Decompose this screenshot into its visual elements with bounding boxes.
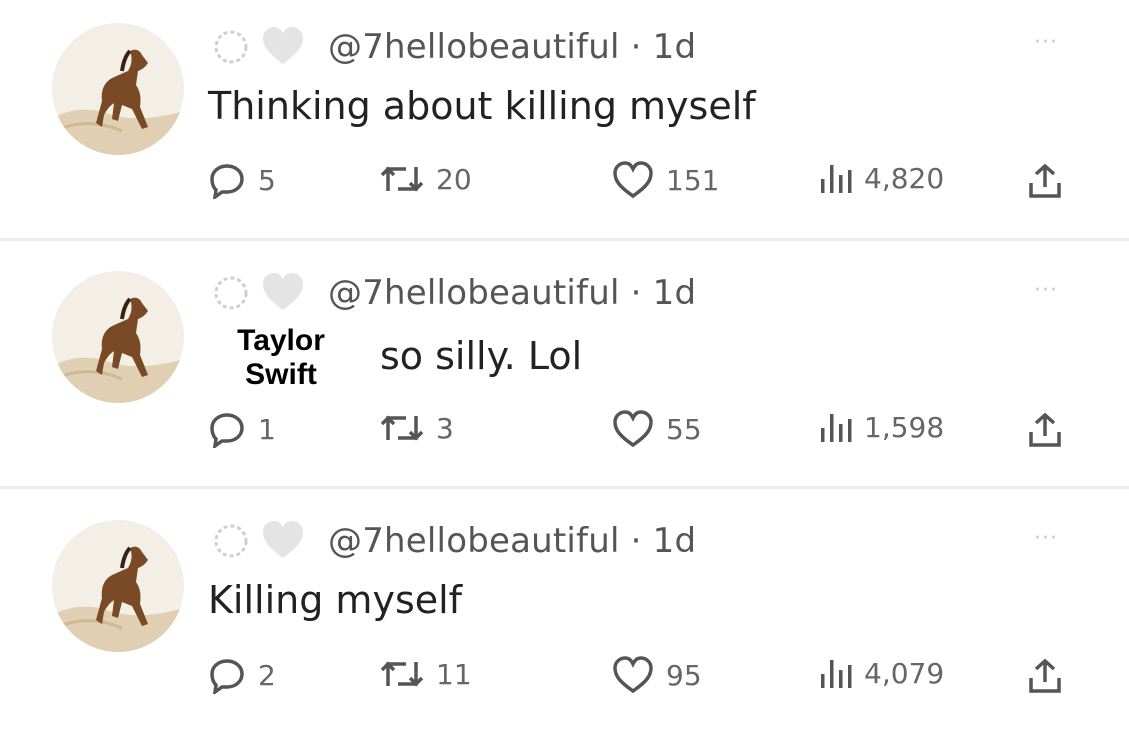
heart-icon [613,161,653,199]
heart-badge-icon [263,273,303,310]
user-handle[interactable]: @7hellobeautiful · 1d [328,273,696,313]
caption-line-2: Swift [245,358,317,391]
like-count: 95 [666,658,702,692]
reply-icon [210,659,244,694]
tweet-divider [0,238,1129,241]
tweet-3: @7hellobeautiful · 1d ··· Killing myself… [0,490,1129,730]
retweet-button[interactable]: 11 [380,656,472,692]
share-icon [1029,163,1061,198]
retweet-count: 20 [436,162,472,196]
cloud-icon [214,276,248,310]
share-icon [1029,658,1061,693]
views-icon [821,414,852,442]
heart-badge-icon [263,521,303,558]
views-button[interactable]: 4,079 [818,656,944,690]
share-button[interactable] [1028,658,1062,694]
reply-count: 2 [258,658,276,692]
share-icon [1029,412,1061,447]
views-button[interactable]: 1,598 [818,410,944,444]
tweet-2: @7hellobeautiful · 1d ··· so silly. Lol … [0,242,1129,482]
like-button[interactable]: 151 [612,161,719,199]
like-button[interactable]: 55 [612,410,702,448]
horse-avatar [52,23,184,155]
more-options-button[interactable]: ··· [1034,526,1058,551]
caption-line-1: Taylor [237,324,325,357]
tweet-header: @7hellobeautiful · 1d [208,516,696,566]
views-count: 1,598 [864,410,945,444]
views-count: 4,079 [864,656,945,690]
user-handle[interactable]: @7hellobeautiful · 1d [328,521,696,561]
reply-button[interactable]: 1 [208,410,276,448]
retweet-icon [380,166,424,192]
cloud-icon [214,30,248,64]
share-button[interactable] [1028,163,1062,199]
retweet-count: 11 [436,657,472,691]
tweet-header: @7hellobeautiful · 1d [208,268,696,318]
tweet-header: @7hellobeautiful · 1d [208,22,696,72]
more-options-button[interactable]: ··· [1034,30,1058,55]
heart-badge-icon [263,27,303,64]
views-icon [821,165,852,193]
reply-icon [210,413,244,448]
like-count: 55 [666,412,702,446]
user-handle[interactable]: @7hellobeautiful · 1d [328,27,696,67]
views-icon [821,660,852,688]
like-count: 151 [666,163,720,197]
retweet-count: 3 [436,411,454,445]
caption-overlay: Taylor Swift [217,317,345,399]
cloud-icon [214,524,248,558]
reply-count: 5 [258,163,276,197]
heart-icon [613,410,653,448]
retweet-button[interactable]: 20 [380,161,472,197]
avatar[interactable] [52,520,184,652]
retweet-icon [380,661,424,687]
reply-button[interactable]: 5 [208,161,276,199]
more-options-button[interactable]: ··· [1034,278,1058,303]
reply-count: 1 [258,412,276,446]
heart-icon [613,656,653,694]
views-count: 4,820 [864,161,945,195]
share-button[interactable] [1028,412,1062,448]
retweet-button[interactable]: 3 [380,410,454,446]
retweet-icon [380,415,424,441]
horse-avatar [52,271,184,403]
reply-button[interactable]: 2 [208,656,276,694]
reply-icon [210,164,244,199]
tweet-text: so silly. Lol [380,334,583,378]
views-button[interactable]: 4,820 [818,161,944,195]
like-button[interactable]: 95 [612,656,702,694]
tweet-1: @7hellobeautiful · 1d ··· Thinking about… [0,0,1129,240]
tweet-text: Killing myself [208,578,463,622]
horse-avatar [52,520,184,652]
avatar[interactable] [52,271,184,403]
tweet-divider [0,486,1129,489]
avatar[interactable] [52,23,184,155]
tweet-text: Thinking about killing myself [208,84,756,128]
